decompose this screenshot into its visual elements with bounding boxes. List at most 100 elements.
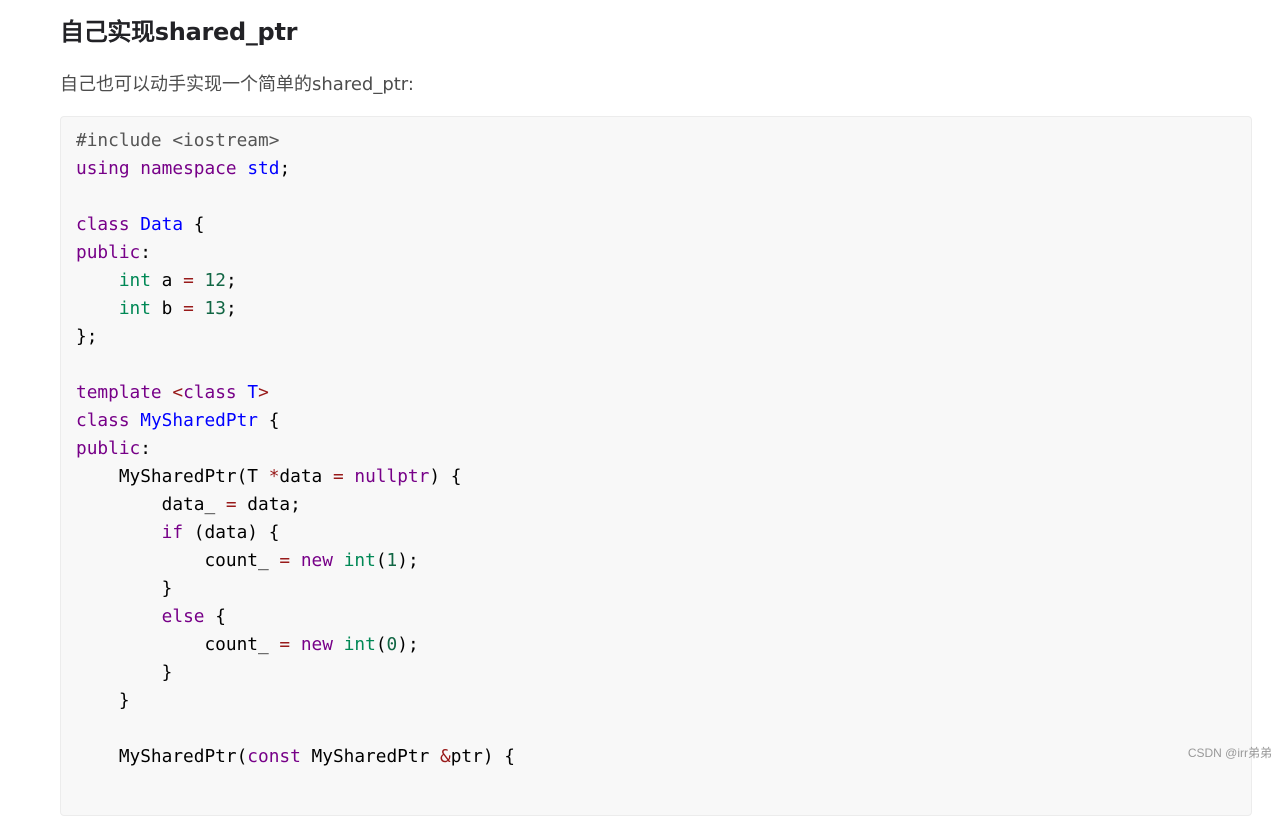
code-line: } (76, 687, 1236, 715)
code-line: class Data { (76, 211, 1236, 239)
code-line: public: (76, 239, 1236, 267)
code-token: { (183, 214, 205, 235)
code-token: Data (140, 214, 184, 235)
code-token: } (76, 690, 130, 711)
code-token: { (204, 606, 226, 627)
code-token: using (76, 158, 130, 179)
code-token: < (172, 382, 184, 403)
code-token: 0 (386, 634, 398, 655)
code-token: count_ (76, 634, 280, 655)
code-token: ptr) { (450, 746, 515, 767)
code-token: std (247, 158, 280, 179)
code-token: ); (397, 550, 419, 571)
code-line: public: (76, 435, 1236, 463)
section-heading: 自己实现shared_ptr (60, 18, 298, 46)
code-line: } (76, 575, 1236, 603)
code-token: = (183, 298, 194, 319)
code-token: class (183, 382, 237, 403)
code-token: = (279, 634, 291, 655)
code-token: & (440, 746, 451, 767)
code-token: else (161, 606, 205, 627)
code-token: a (150, 270, 184, 291)
code-token: ( (375, 634, 387, 655)
code-token: ) { (429, 466, 462, 487)
code-token: } (76, 662, 173, 683)
code-line: count_ = new int(0); (76, 631, 1236, 659)
code-token: T (247, 382, 259, 403)
code-token: MySharedPtr (300, 746, 440, 767)
code-token: 13 (204, 298, 226, 319)
code-token: data_ (76, 494, 226, 515)
code-token: = (332, 466, 344, 487)
code-token: int (343, 634, 376, 655)
code-token: MySharedPtr(T (76, 466, 269, 487)
code-line: count_ = new int(1); (76, 547, 1236, 575)
code-token: template (76, 382, 162, 403)
code-token: public (76, 438, 141, 459)
code-token: b (150, 298, 184, 319)
code-token: class (76, 214, 130, 235)
code-line: #include <iostream> (76, 127, 1236, 155)
code-line: }; (76, 323, 1236, 351)
code-token: { (258, 410, 280, 431)
code-token: new (300, 550, 333, 571)
code-line: class MySharedPtr { (76, 407, 1236, 435)
code-token: (data) { (183, 522, 280, 543)
code-token: nullptr (354, 466, 430, 487)
intro-paragraph: 自己也可以动手实现一个简单的shared_ptr: (60, 74, 414, 95)
code-token: : (140, 438, 151, 459)
code-token: public (76, 242, 141, 263)
code-token: new (300, 634, 333, 655)
code-token: > (258, 382, 269, 403)
code-line: MySharedPtr(const MySharedPtr &ptr) { (76, 743, 1236, 771)
code-token: int (118, 270, 151, 291)
code-block: #include <iostream> using namespace std; c… (60, 116, 1252, 816)
code-token: MySharedPtr( (76, 746, 248, 767)
code-token: = (183, 270, 194, 291)
code-token: = (279, 550, 291, 571)
code-token: data (279, 466, 333, 487)
watermark: CSDN @irr弟弟 (1187, 746, 1272, 760)
code-token: data; (236, 494, 301, 515)
code-token: = (225, 494, 237, 515)
code-line: else { (76, 603, 1236, 631)
code-line: } (76, 659, 1236, 687)
code-token: if (161, 522, 184, 543)
code-token: class (76, 410, 130, 431)
code-token: * (268, 466, 280, 487)
code-token: namespace (140, 158, 237, 179)
code-token: : (140, 242, 151, 263)
code-token: ; (225, 270, 237, 291)
code-token: } (76, 578, 173, 599)
code-line: int b = 13; (76, 295, 1236, 323)
code-token: 1 (386, 550, 398, 571)
code-token: 12 (204, 270, 226, 291)
code-token: #include <iostream> (76, 130, 280, 151)
code-token: count_ (76, 550, 280, 571)
code-line: MySharedPtr(T *data = nullptr) { (76, 463, 1236, 491)
code-line: data_ = data; (76, 491, 1236, 519)
code-token: ); (397, 634, 419, 655)
code-line: template <class T> (76, 379, 1236, 407)
code-token: ; (279, 158, 291, 179)
